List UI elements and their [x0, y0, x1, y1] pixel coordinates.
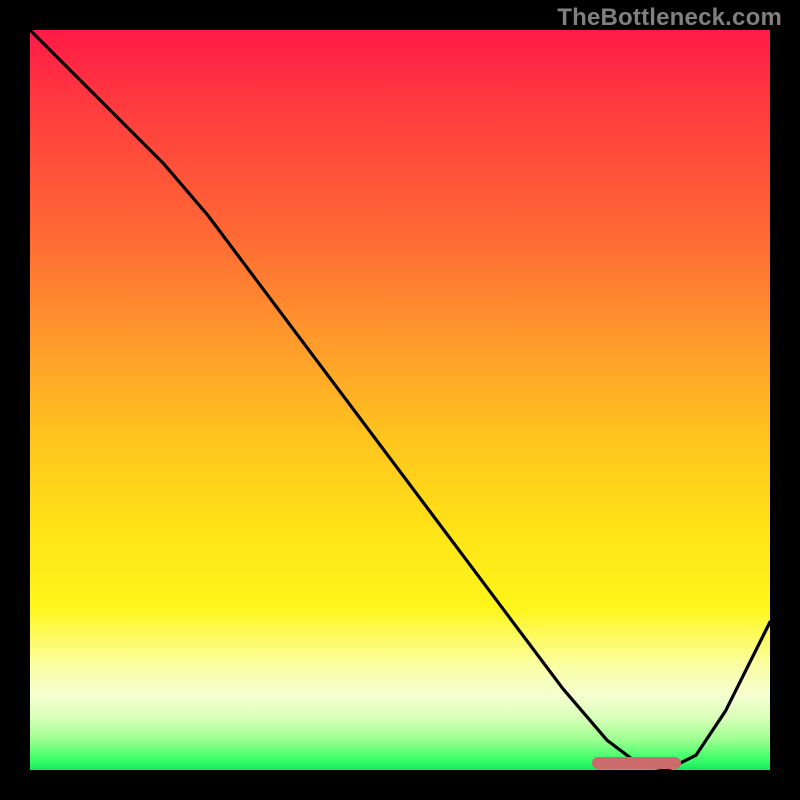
- optimum-marker: [592, 757, 681, 769]
- bottleneck-curve: [30, 30, 770, 770]
- watermark-text: TheBottleneck.com: [557, 4, 782, 32]
- plot-area: [30, 30, 770, 770]
- image-root: TheBottleneck.com: [0, 0, 800, 800]
- curve-overlay: [30, 30, 770, 770]
